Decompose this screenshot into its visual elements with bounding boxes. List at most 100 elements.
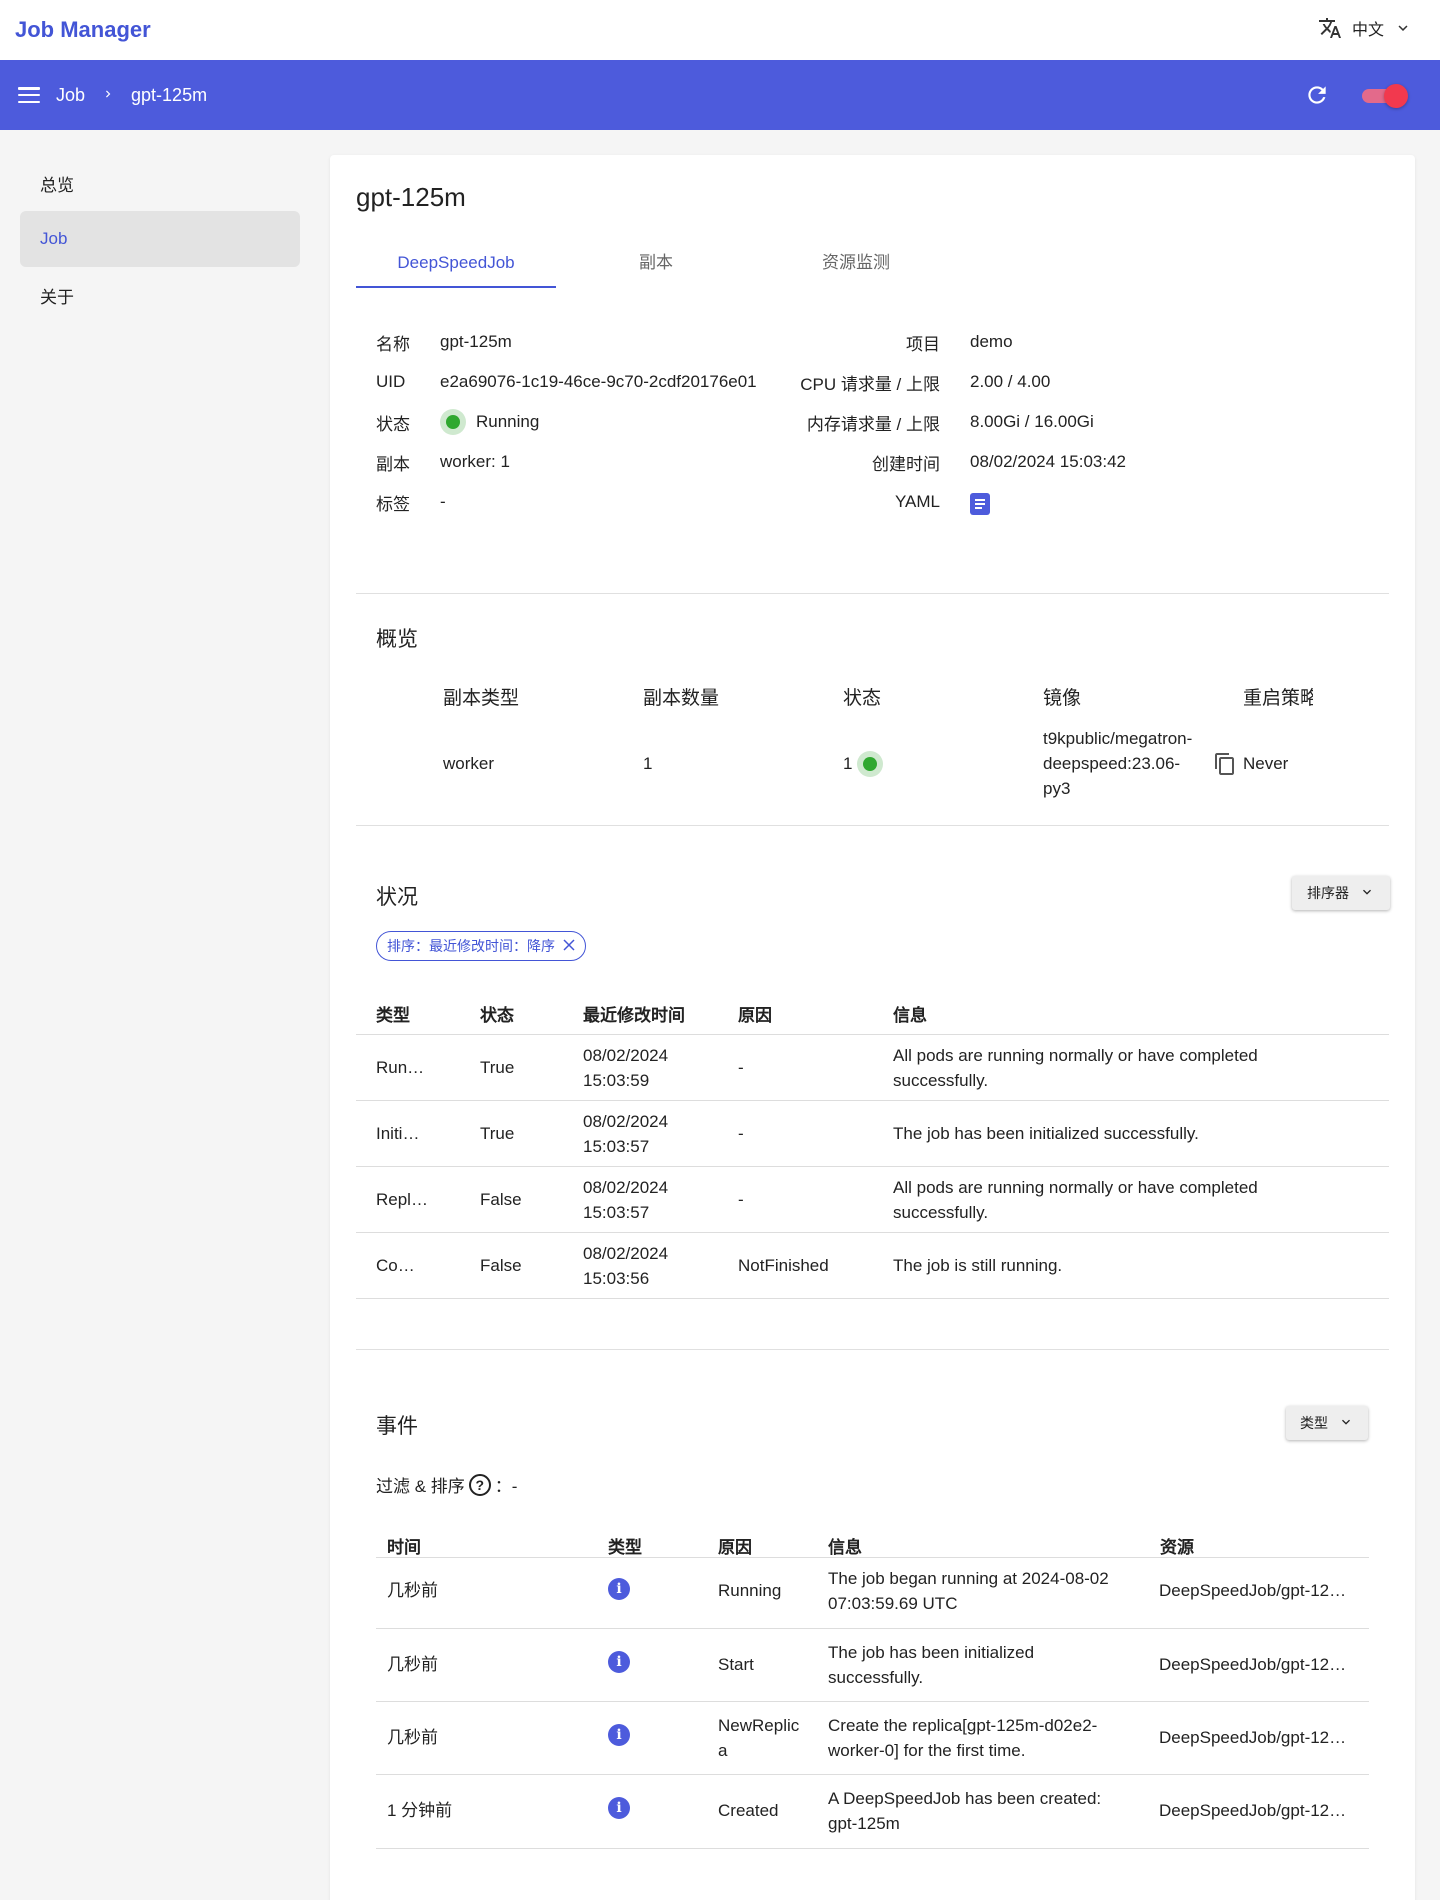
condition-time: 08/02/2024 15:03:57 bbox=[583, 1175, 668, 1225]
event-message: The job has been initialized successfully… bbox=[828, 1640, 1034, 1690]
theme-toggle[interactable] bbox=[1362, 84, 1408, 108]
overview-header: 副本类型 bbox=[443, 688, 520, 709]
event-message-line: gpt-125m bbox=[828, 1814, 900, 1833]
yaml-doc-icon[interactable] bbox=[970, 493, 990, 515]
page-title: gpt-125m bbox=[356, 182, 466, 212]
divider bbox=[356, 1349, 1389, 1350]
app-title[interactable]: Job Manager bbox=[15, 17, 151, 43]
condition-reason: - bbox=[738, 1058, 744, 1077]
chevron-down-icon bbox=[1394, 19, 1412, 37]
menu-icon[interactable] bbox=[18, 84, 40, 106]
info-key: CPU 请求量 / 上限 bbox=[800, 374, 940, 394]
info-key: YAML bbox=[894, 492, 940, 511]
events-header: 资源 bbox=[1160, 1538, 1194, 1557]
help-icon[interactable]: ? bbox=[468, 1473, 491, 1496]
event-message: Create the replica[gpt-125m-d02e2- worker… bbox=[828, 1713, 1097, 1763]
refresh-icon[interactable] bbox=[1304, 82, 1330, 113]
row-divider bbox=[376, 1628, 1369, 1629]
conditions-title: 状况 bbox=[376, 886, 418, 909]
events-header: 时间 bbox=[387, 1538, 421, 1557]
info-key: 创建时间 bbox=[872, 454, 940, 474]
event-reason: Start bbox=[718, 1655, 754, 1674]
breadcrumb-job[interactable]: Job bbox=[56, 85, 85, 106]
row-divider bbox=[356, 1232, 1389, 1233]
close-icon[interactable] bbox=[563, 938, 575, 954]
overview-replica-type: worker bbox=[443, 754, 495, 773]
condition-clock: 15:03:57 bbox=[583, 1203, 650, 1222]
events-header: 类型 bbox=[608, 1538, 642, 1557]
condition-message: All pods are running normally or have co… bbox=[893, 1043, 1258, 1093]
info-value: 2.00 / 4.00 bbox=[970, 372, 1051, 391]
job-info-left: 名称 gpt-125m UID e2a69076-1c19-46ce-9c70-2c… bbox=[376, 322, 757, 522]
row-divider bbox=[356, 1166, 1389, 1167]
status-running-icon bbox=[857, 751, 883, 777]
info-key: UID bbox=[376, 372, 406, 391]
event-message-line: Create the replica[gpt-125m-d02e2- bbox=[828, 1716, 1098, 1735]
event-filter: 过滤 & 排序 ? ：- bbox=[376, 1472, 517, 1497]
conditions-header: 原因 bbox=[738, 1006, 772, 1025]
event-type-button-label: 类型 bbox=[1300, 1415, 1328, 1431]
event-resource[interactable]: DeepSpeedJob/gpt-12… bbox=[1159, 1578, 1346, 1603]
condition-time: 08/02/2024 15:03:59 bbox=[583, 1043, 668, 1093]
condition-message-line: All pods are running normally or have co… bbox=[893, 1178, 1258, 1197]
event-resource[interactable]: DeepSpeedJob/gpt-12… bbox=[1159, 1652, 1346, 1677]
tab-resource-monitor[interactable]: 资源监测 bbox=[756, 240, 956, 288]
sort-button[interactable]: 排序器 bbox=[1292, 876, 1390, 910]
breadcrumb-current: gpt-125m bbox=[131, 84, 208, 105]
condition-message-line: successfully. bbox=[893, 1203, 989, 1222]
event-message: A DeepSpeedJob has been created: gpt-125m bbox=[828, 1786, 1101, 1836]
job-detail-card: gpt-125m DeepSpeedJob 副本 资源监测 名称 gpt-125m… bbox=[330, 155, 1415, 1900]
condition-status: False bbox=[480, 1256, 522, 1275]
status-running-icon bbox=[440, 409, 466, 435]
overview-image-line: deepspeed:23.06- bbox=[1043, 754, 1181, 773]
conditions-header: 类型 bbox=[376, 1006, 410, 1025]
sidebar-item-about[interactable]: 关于 bbox=[20, 267, 300, 323]
tab-replicas[interactable]: 副本 bbox=[556, 240, 756, 288]
overview-title: 概览 bbox=[376, 628, 418, 651]
event-resource[interactable]: DeepSpeedJob/gpt-12… bbox=[1159, 1798, 1346, 1823]
condition-status: False bbox=[480, 1190, 522, 1209]
info-key: 项目 bbox=[906, 334, 940, 354]
language-selector[interactable]: 中文 bbox=[1318, 16, 1412, 40]
condition-clock: 15:03:59 bbox=[583, 1071, 650, 1090]
language-label: 中文 bbox=[1351, 22, 1384, 39]
tab-deepspeedjob[interactable]: DeepSpeedJob bbox=[356, 240, 556, 288]
event-message-line: A DeepSpeedJob has been created: bbox=[828, 1789, 1102, 1808]
conditions-header: 信息 bbox=[893, 1006, 927, 1025]
event-time: 几秒前 bbox=[387, 1728, 438, 1747]
condition-clock: 15:03:56 bbox=[583, 1269, 650, 1288]
conditions-header: 最近修改时间 bbox=[583, 1006, 685, 1025]
chevron-down-icon bbox=[1338, 1414, 1354, 1433]
info-key: 内存请求量 / 上限 bbox=[806, 414, 940, 434]
event-type-button[interactable]: 类型 bbox=[1286, 1406, 1368, 1440]
condition-type: Run… bbox=[376, 1058, 425, 1077]
sort-chip[interactable]: 排序：最近修改时间：降序 bbox=[376, 931, 586, 961]
tab-bar: DeepSpeedJob 副本 资源监测 bbox=[356, 240, 956, 288]
info-value: gpt-125m bbox=[440, 332, 512, 351]
condition-message: The job has been initialized successfull… bbox=[893, 1124, 1199, 1143]
chevron-right-icon bbox=[101, 85, 115, 106]
condition-message-line: successfully. bbox=[893, 1071, 989, 1090]
info-value: worker: 1 bbox=[440, 452, 510, 471]
sidebar-item-job[interactable]: Job bbox=[20, 211, 300, 267]
breadcrumb-bar: Job gpt-125m bbox=[0, 60, 1440, 130]
condition-reason: NotFinished bbox=[738, 1256, 829, 1275]
condition-clock: 15:03:57 bbox=[583, 1137, 650, 1156]
info-key: 名称 bbox=[376, 334, 410, 354]
event-message-line: 07:03:59.69 UTC bbox=[828, 1594, 958, 1613]
event-filter-value: ：- bbox=[494, 1477, 518, 1496]
overview-image-line: t9kpublic/megatron- bbox=[1043, 729, 1193, 748]
condition-reason: - bbox=[738, 1124, 744, 1143]
status-value: Running bbox=[476, 412, 540, 431]
info-value: 08/02/2024 15:03:42 bbox=[970, 452, 1126, 471]
copy-icon[interactable] bbox=[1213, 751, 1237, 782]
condition-status: True bbox=[480, 1058, 515, 1077]
event-resource[interactable]: DeepSpeedJob/gpt-12… bbox=[1159, 1725, 1346, 1750]
condition-date: 08/02/2024 bbox=[583, 1178, 669, 1197]
event-reason: Created bbox=[718, 1801, 779, 1820]
event-time: 几秒前 bbox=[387, 1655, 438, 1674]
event-message: The job began running at 2024-08-02 07:03… bbox=[828, 1566, 1109, 1616]
sidebar-item-overview[interactable]: 总览 bbox=[20, 155, 300, 211]
info-icon: i bbox=[608, 1651, 630, 1673]
event-message-line: The job began running at 2024-08-02 bbox=[828, 1569, 1109, 1588]
